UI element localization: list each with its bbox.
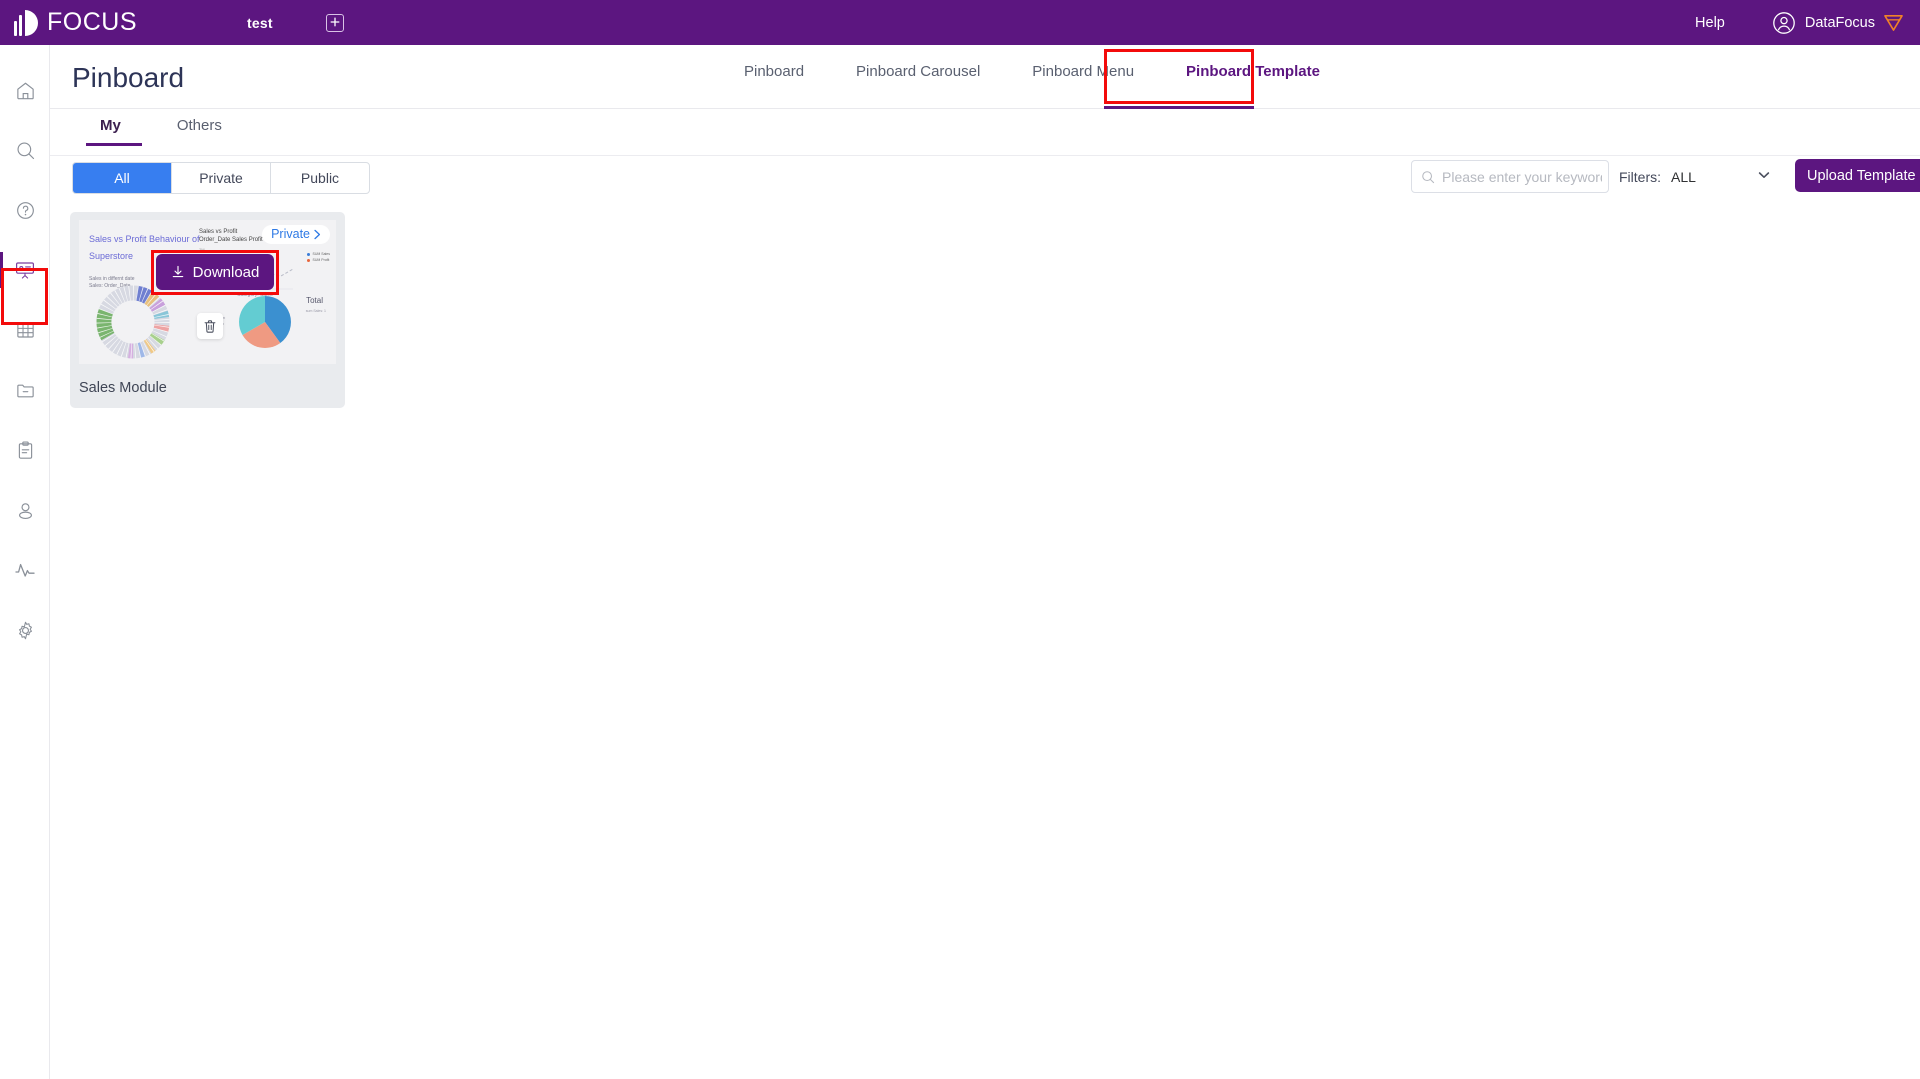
table-grid-icon (16, 322, 34, 338)
activity-pulse-icon (15, 563, 35, 577)
thumbnail-legend: SUM Sales SUM Profit (307, 251, 330, 263)
tab-pinboard-carousel[interactable]: Pinboard Carousel (830, 63, 1006, 80)
segment-public[interactable]: Public (271, 163, 369, 193)
nav-tabs-divider (50, 108, 1920, 109)
visibility-segmented-control: All Private Public (72, 162, 370, 194)
subtab-my[interactable]: My (72, 117, 149, 146)
trash-icon (204, 319, 216, 333)
template-card[interactable]: Sales vs Profit Behaviour of Superstore … (70, 212, 345, 408)
active-tab-indicator (1104, 106, 1254, 109)
gear-icon (18, 621, 32, 639)
workspace-tab-test[interactable]: test (247, 15, 273, 31)
filters-selected-value: ALL (1671, 168, 1696, 185)
tab-pinboard[interactable]: Pinboard (718, 63, 830, 80)
sidebar-item-clipboard[interactable] (0, 420, 50, 480)
visibility-badge[interactable]: Private (262, 225, 330, 244)
top-header-bar: FOCUS test Help DataFocus (0, 0, 1920, 45)
sidebar-item-home[interactable] (0, 60, 50, 120)
search-icon (16, 141, 34, 159)
user-name-label[interactable]: DataFocus (1805, 15, 1875, 31)
search-input[interactable] (1442, 168, 1602, 185)
tab-pinboard-template[interactable]: Pinboard Template (1160, 63, 1346, 80)
template-card-name: Sales Module (79, 380, 167, 396)
search-box[interactable] (1411, 160, 1609, 193)
focus-logo[interactable]: FOCUS (14, 8, 137, 37)
question-circle-icon (16, 201, 34, 219)
sidebar-item-pinboard[interactable] (0, 240, 50, 300)
sidebar-item-search[interactable] (0, 120, 50, 180)
user-icon (18, 502, 32, 519)
sidebar-item-help[interactable] (0, 180, 50, 240)
thumbnail-total-label: Total (306, 296, 323, 305)
chevron-right-icon (314, 229, 321, 239)
tab-pinboard-menu[interactable]: Pinboard Menu (1006, 63, 1160, 80)
scope-sub-tabs: My Others (72, 117, 250, 146)
chevron-down-icon[interactable] (1757, 168, 1771, 182)
home-icon (16, 82, 34, 99)
visibility-badge-label: Private (271, 227, 310, 241)
sidebar-item-activity[interactable] (0, 540, 50, 600)
focus-logo-mark (14, 9, 38, 36)
thumbnail-donut-chart (96, 285, 170, 359)
download-button-label: Download (192, 263, 260, 281)
focus-logo-text: FOCUS (47, 8, 137, 36)
sidebar-item-table[interactable] (0, 300, 50, 360)
sidebar-item-settings[interactable] (0, 600, 50, 660)
sidebar-item-user[interactable] (0, 480, 50, 540)
download-button[interactable]: Download (156, 254, 274, 290)
filters-label: Filters: (1619, 169, 1661, 185)
thumbnail-total-sub: sum Sales: 1 (305, 309, 326, 313)
template-thumbnail: Sales vs Profit Behaviour of Superstore … (79, 220, 336, 364)
thumbnail-pie-chart (239, 296, 291, 348)
plus-icon (330, 17, 340, 26)
segment-private[interactable]: Private (172, 163, 271, 193)
add-tab-button[interactable] (325, 13, 344, 32)
left-sidebar (0, 45, 50, 1079)
pinboard-icon (15, 262, 34, 279)
segment-all[interactable]: All (73, 163, 172, 193)
avatar-icon[interactable] (1772, 11, 1796, 35)
clipboard-icon (18, 441, 32, 459)
download-icon (172, 265, 183, 278)
shield-badge-icon (1884, 15, 1903, 31)
header-right-group: Help DataFocus (1695, 11, 1904, 35)
delete-template-button[interactable] (197, 313, 223, 339)
subtab-others[interactable]: Others (149, 117, 250, 146)
sub-tabs-divider (50, 155, 1920, 156)
help-link[interactable]: Help (1695, 15, 1725, 31)
upload-template-button[interactable]: Upload Template (1795, 159, 1920, 192)
page-title: Pinboard (72, 62, 185, 93)
sidebar-item-folder[interactable] (0, 360, 50, 420)
pinboard-nav-tabs: Pinboard Pinboard Carousel Pinboard Menu… (718, 63, 1346, 80)
search-icon (1422, 170, 1435, 183)
thumbnail-line-chart-title: Sales vs Profit Order_Date Sales Profit (199, 229, 263, 243)
folder-minus-icon (16, 384, 34, 397)
